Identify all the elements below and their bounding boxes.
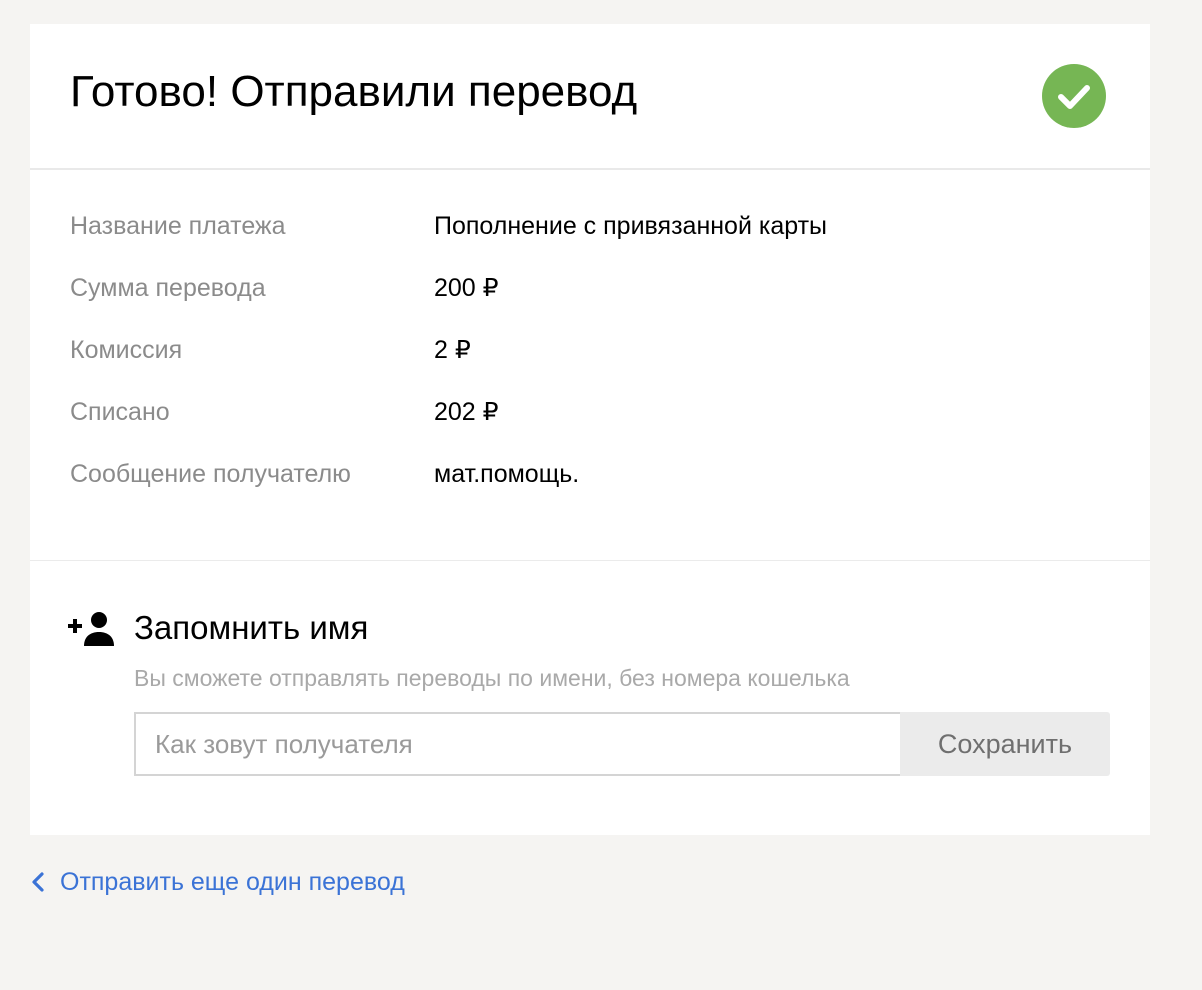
back-link-label: Отправить еще один перевод xyxy=(60,867,405,896)
detail-label: Сумма перевода xyxy=(70,274,266,302)
send-another-transfer-link[interactable]: Отправить еще один перевод xyxy=(30,862,405,902)
detail-row-charged: Списано 202 ₽ xyxy=(70,390,1110,452)
remember-hint: Вы сможете отправлять переводы по имени,… xyxy=(134,665,850,691)
add-user-icon xyxy=(68,612,120,646)
save-button[interactable]: Сохранить xyxy=(900,712,1110,776)
detail-label: Сообщение получателю xyxy=(70,460,351,488)
detail-label: Списано xyxy=(70,398,170,426)
detail-value: 202 ₽ xyxy=(434,398,499,426)
detail-value: 2 ₽ xyxy=(434,336,471,364)
transfer-result-card: Готово! Отправили перевод Название плате… xyxy=(30,24,1150,835)
detail-row-commission: Комиссия 2 ₽ xyxy=(70,328,1110,390)
detail-row-message: Сообщение получателю мат.помощь. xyxy=(70,452,1110,514)
transfer-details: Название платежа Пополнение с привязанно… xyxy=(70,204,1110,514)
recipient-name-input[interactable] xyxy=(134,712,900,776)
detail-value: мат.помощь. xyxy=(434,460,580,488)
page-title: Готово! Отправили перевод xyxy=(70,67,638,116)
detail-value: 200 ₽ xyxy=(434,274,499,302)
detail-label: Название платежа xyxy=(70,212,286,240)
card-header: Готово! Отправили перевод xyxy=(30,24,1150,170)
chevron-left-icon xyxy=(30,870,46,894)
remember-name-section: Запомнить имя Вы сможете отправлять пере… xyxy=(30,561,1150,835)
check-circle-icon xyxy=(1042,64,1106,128)
remember-title: Запомнить имя xyxy=(134,609,369,646)
detail-row-payment-name: Название платежа Пополнение с привязанно… xyxy=(70,204,1110,266)
detail-label: Комиссия xyxy=(70,336,183,364)
detail-value: Пополнение с привязанной карты xyxy=(434,212,828,240)
detail-row-amount: Сумма перевода 200 ₽ xyxy=(70,266,1110,328)
